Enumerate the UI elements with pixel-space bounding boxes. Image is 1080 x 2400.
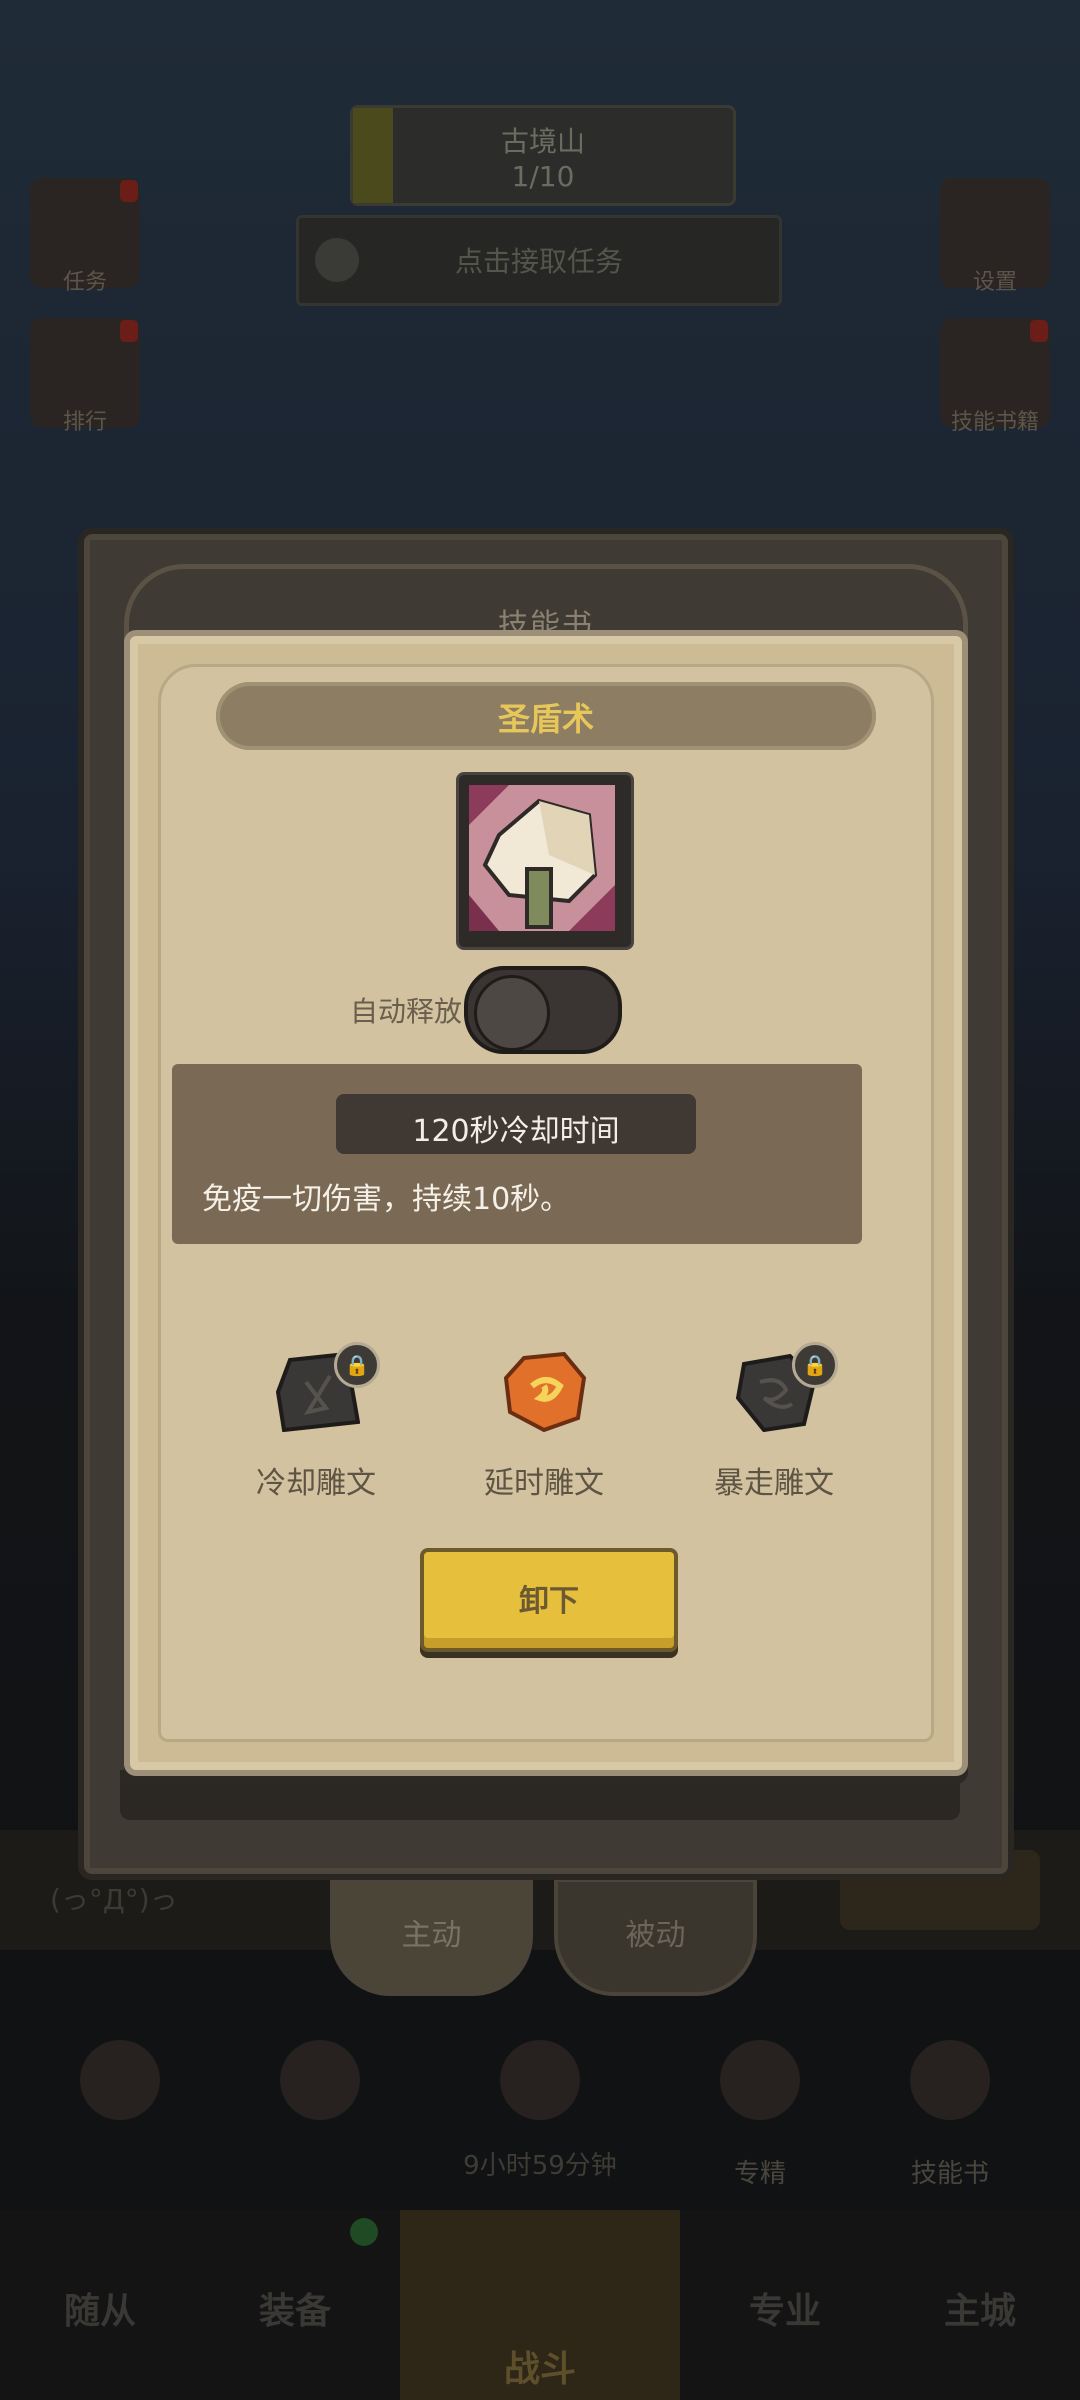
side-button-tasks[interactable]: 任务	[30, 178, 140, 295]
notification-badge	[120, 320, 138, 342]
skill-info-panel: 120秒冷却时间 免疫一切伤害，持续10秒。	[172, 1064, 862, 1244]
rune-slot-delay[interactable]: 延时雕文	[464, 1352, 624, 1501]
side-button-skillbooks[interactable]: 技能书籍	[940, 318, 1050, 435]
chest-timer: 9小时59分钟	[463, 2151, 617, 2181]
auto-cast-label: 自动释放	[350, 995, 463, 1028]
specialization-icon	[720, 2040, 800, 2120]
tool-label: 技能书	[910, 2159, 989, 2189]
tool-label: 专精	[733, 2159, 786, 2189]
side-label: 排行	[62, 410, 107, 435]
quest-prompt: 点击接取任务	[454, 245, 623, 278]
bottom-nav: 随从 装备 战斗 专业 主城	[0, 2210, 1080, 2400]
chest-icon	[500, 2040, 580, 2120]
nav-notification-dot	[350, 2218, 378, 2246]
cooldown-badge: 120秒冷却时间	[336, 1094, 696, 1154]
nav-label: 装备	[258, 2291, 331, 2332]
frame-ledge	[120, 1770, 960, 1820]
skill-detail-dialog: 圣盾术 自动释放 120秒冷却时间 免疫一切伤害，持续10秒。 🔒 冷却雕文 延…	[124, 630, 968, 1776]
auto-cast-row: 自动释放	[350, 966, 750, 1054]
region-name: 古境山	[500, 125, 585, 158]
skill-description: 免疫一切伤害，持续10秒。	[202, 1182, 571, 1217]
nav-label: 专业	[748, 2291, 821, 2332]
skill-name: 圣盾术	[497, 700, 594, 738]
cooldown-text: 120秒冷却时间	[412, 1114, 620, 1149]
skill-title-banner: 圣盾术	[216, 682, 876, 750]
tool-item[interactable]: 专精	[690, 2030, 830, 2189]
unequip-label: 卸下	[519, 1584, 579, 1619]
side-label: 任务	[62, 270, 107, 295]
toggle-knob	[474, 975, 550, 1051]
nav-followers[interactable]: 随从	[0, 2210, 200, 2400]
unequip-button[interactable]: 卸下	[420, 1548, 678, 1652]
tool-item[interactable]	[50, 2030, 190, 2160]
rune-slot-rampage[interactable]: 🔒 暴走雕文	[694, 1342, 854, 1501]
rune-delay-icon	[504, 1352, 587, 1432]
region-progress: 1/10	[511, 160, 575, 193]
nav-label: 主城	[943, 2291, 1016, 2332]
region-bar[interactable]: 古境山 1/10	[350, 105, 736, 206]
rune-label: 延时雕文	[484, 1466, 604, 1501]
rune-label: 暴走雕文	[714, 1466, 834, 1501]
side-button-ranking[interactable]: 排行	[30, 318, 140, 435]
rune-label: 冷却雕文	[256, 1466, 376, 1501]
tool-item[interactable]	[470, 2030, 610, 2160]
tool-icon	[280, 2040, 360, 2120]
quest-bar[interactable]: 点击接取任务	[296, 215, 782, 306]
game-screen: 古境山 1/10 点击接取任务 任务 排行 设置 技能书籍 (っ°Д°)っ 主动…	[0, 0, 1080, 2400]
side-button-settings[interactable]: 设置	[940, 178, 1050, 295]
nav-label: 战斗	[503, 2349, 576, 2390]
tab-label: 主动	[401, 1918, 462, 1953]
nav-profession[interactable]: 专业	[685, 2210, 885, 2400]
tool-item[interactable]: 技能书	[880, 2030, 1020, 2189]
book-icon	[910, 2040, 990, 2120]
auto-cast-toggle[interactable]	[464, 966, 622, 1054]
side-label: 技能书籍	[950, 410, 1039, 435]
notification-badge	[1030, 320, 1048, 342]
status-text: (っ°Д°)っ	[50, 1883, 178, 1916]
nav-label: 随从	[63, 2291, 136, 2332]
rune-slot-cooldown[interactable]: 🔒 冷却雕文	[236, 1342, 396, 1501]
tool-item[interactable]	[250, 2030, 390, 2160]
shield-icon	[456, 772, 634, 950]
tab-passive[interactable]: 被动	[554, 1878, 757, 1996]
side-label: 设置	[972, 270, 1017, 295]
tab-label: 被动	[625, 1918, 686, 1953]
nav-battle[interactable]: 战斗	[400, 2210, 680, 2400]
lock-icon: 🔒	[792, 1342, 838, 1388]
lock-icon: 🔒	[334, 1342, 380, 1388]
notification-badge	[120, 180, 138, 202]
tool-icon	[80, 2040, 160, 2120]
nav-main-city[interactable]: 主城	[880, 2210, 1080, 2400]
tab-active[interactable]: 主动	[330, 1878, 533, 1996]
